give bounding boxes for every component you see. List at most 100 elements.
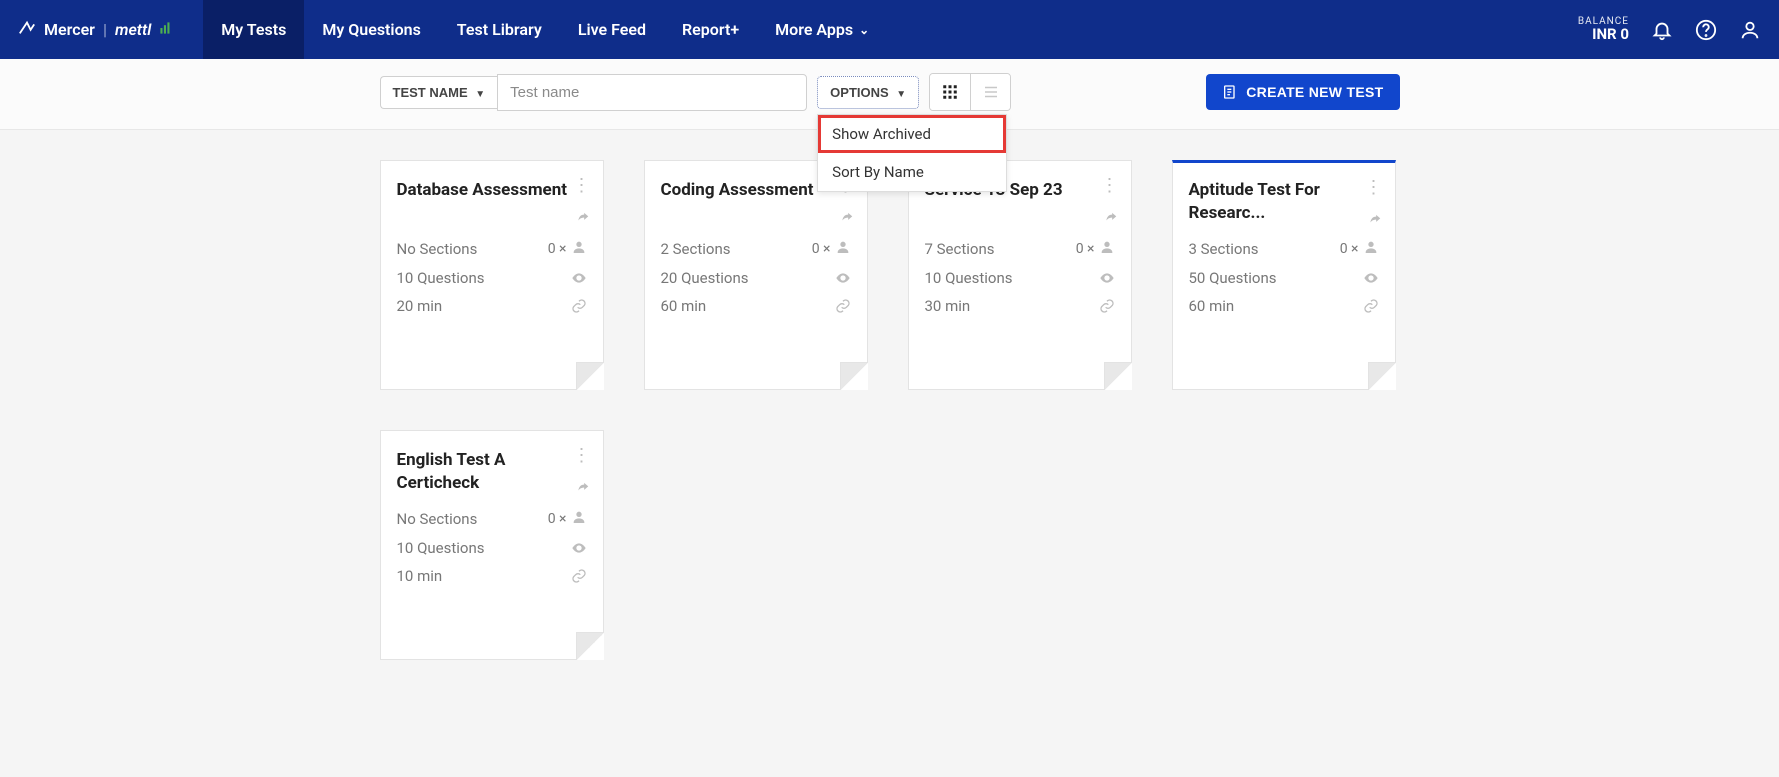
share-icon[interactable] <box>1103 209 1119 228</box>
options-dropdown-button[interactable]: OPTIONS ▼ <box>817 76 919 109</box>
card-menu-icon[interactable]: ⋮ <box>573 447 591 465</box>
preview-icon[interactable] <box>835 270 851 286</box>
duration-text: 60 min <box>661 297 707 315</box>
test-card[interactable]: ⋮Database Assessment No Sections 0 × 10 Que… <box>380 160 604 390</box>
user-icon <box>835 239 851 259</box>
tests-grid: ⋮Database AssessmentNo Sections0 ×10 Que… <box>380 160 1400 660</box>
search-input[interactable] <box>497 74 807 111</box>
link-icon[interactable] <box>571 568 587 584</box>
sections-text: No Sections <box>397 240 478 258</box>
view-toggle <box>929 73 1011 111</box>
nav-label: Live Feed <box>578 20 646 39</box>
share-icon[interactable] <box>839 209 855 228</box>
nav-label: My Questions <box>322 20 420 39</box>
mercer-logo-icon <box>18 19 36 41</box>
card-menu-icon[interactable]: ⋮ <box>1101 177 1119 195</box>
create-icon <box>1222 84 1238 100</box>
candidate-count: 0 × <box>812 241 831 257</box>
card-menu-icon[interactable]: ⋮ <box>1365 179 1383 197</box>
link-icon[interactable] <box>571 298 587 314</box>
nav-test-library[interactable]: Test Library <box>439 0 560 59</box>
grid-view-button[interactable] <box>930 74 970 110</box>
card-menu-icon[interactable]: ⋮ <box>573 177 591 195</box>
nav-label: Report+ <box>682 20 739 39</box>
create-label: CREATE NEW TEST <box>1246 84 1383 100</box>
preview-icon[interactable] <box>571 270 587 286</box>
options-item-sort-by-name[interactable]: Sort By Name <box>818 153 1006 191</box>
nav-my-questions[interactable]: My Questions <box>304 0 438 59</box>
brand-sub: mettl <box>115 20 151 39</box>
test-title: Aptitude Test For Researc... <box>1189 179 1379 225</box>
test-title: Database Assessment <box>397 179 587 225</box>
share-icon[interactable] <box>575 479 591 498</box>
candidate-count: 0 × <box>548 241 567 257</box>
nav-live-feed[interactable]: Live Feed <box>560 0 664 59</box>
list-view-button[interactable] <box>970 74 1010 110</box>
chevron-down-icon: ⌄ <box>859 23 869 37</box>
nav-more-apps[interactable]: More Apps ⌄ <box>757 0 887 59</box>
sections-text: 7 Sections <box>925 240 995 258</box>
preview-icon[interactable] <box>1099 270 1115 286</box>
card-fold-corner <box>1104 362 1132 390</box>
filter-dropdown[interactable]: TEST NAME ▼ <box>380 76 498 109</box>
brand-logo[interactable]: Mercer | mettl <box>18 19 173 41</box>
nav-links: My Tests My Questions Test Library Live Fee… <box>203 0 887 59</box>
share-icon[interactable] <box>575 209 591 228</box>
card-fold-corner <box>840 362 868 390</box>
card-fold-corner <box>576 632 604 660</box>
nav-report-[interactable]: Report+ <box>664 0 757 59</box>
link-icon[interactable] <box>1363 298 1379 314</box>
duration-text: 20 min <box>397 297 443 315</box>
link-icon[interactable] <box>835 298 851 314</box>
nav-my-tests[interactable]: My Tests <box>203 0 304 59</box>
duration-text: 60 min <box>1189 297 1235 315</box>
user-icon <box>571 509 587 529</box>
candidate-count: 0 × <box>1340 241 1359 257</box>
options-item-show-archived[interactable]: Show Archived <box>818 115 1006 153</box>
grid-icon <box>941 83 959 101</box>
questions-text: 10 Questions <box>397 269 485 287</box>
brand-separator: | <box>103 20 107 39</box>
user-icon <box>1099 239 1115 259</box>
card-fold-corner <box>1368 362 1396 390</box>
balance-label: BALANCE <box>1578 17 1629 27</box>
sections-text: 2 Sections <box>661 240 731 258</box>
preview-icon[interactable] <box>571 540 587 556</box>
share-icon[interactable] <box>1367 211 1383 230</box>
test-card[interactable]: ⋮Aptitude Test For Researc... 3 Sections 0… <box>1172 160 1396 390</box>
top-right-controls: BALANCE INR 0 <box>1578 17 1761 42</box>
options-label: OPTIONS <box>830 85 889 100</box>
questions-text: 10 Questions <box>925 269 1013 287</box>
candidate-count: 0 × <box>1076 241 1095 257</box>
preview-icon[interactable] <box>1363 270 1379 286</box>
create-new-test-button[interactable]: CREATE NEW TEST <box>1206 74 1399 110</box>
balance-display: BALANCE INR 0 <box>1578 17 1629 42</box>
sections-text: No Sections <box>397 510 478 528</box>
duration-text: 30 min <box>925 297 971 315</box>
link-icon[interactable] <box>1099 298 1115 314</box>
questions-text: 50 Questions <box>1189 269 1277 287</box>
test-card[interactable]: ⋮English Test A CerticheckNo Sections0 ×… <box>380 430 604 660</box>
nav-label: Test Library <box>457 20 542 39</box>
nav-label: My Tests <box>221 20 286 39</box>
duration-text: 10 min <box>397 567 443 585</box>
test-card[interactable]: ⋮Service 13 Sep 237 Sections0 ×10 Questi… <box>908 160 1132 390</box>
user-icon <box>1363 239 1379 259</box>
profile-icon[interactable] <box>1739 19 1761 41</box>
help-icon[interactable] <box>1695 19 1717 41</box>
top-navigation: Mercer | mettl My Tests My Questions Test … <box>0 0 1779 59</box>
user-icon <box>571 239 587 259</box>
questions-text: 20 Questions <box>661 269 749 287</box>
brand-name: Mercer <box>44 20 95 39</box>
questions-text: 10 Questions <box>397 539 485 557</box>
notifications-icon[interactable] <box>1651 19 1673 41</box>
toolbar: TEST NAME ▼ OPTIONS ▼ Show ArchivedSort … <box>0 59 1779 130</box>
nav-label: More Apps <box>775 20 853 39</box>
caret-down-icon: ▼ <box>475 89 485 100</box>
content-area: ⋮Database AssessmentNo Sections0 ×10 Que… <box>370 160 1410 660</box>
sections-text: 3 Sections <box>1189 240 1259 258</box>
filter-label: TEST NAME <box>393 85 468 100</box>
balance-value: INR 0 <box>1578 27 1629 42</box>
test-card[interactable]: ⋮Coding Assessment2 Sections0 ×20 Questi… <box>644 160 868 390</box>
list-icon <box>982 83 1000 101</box>
